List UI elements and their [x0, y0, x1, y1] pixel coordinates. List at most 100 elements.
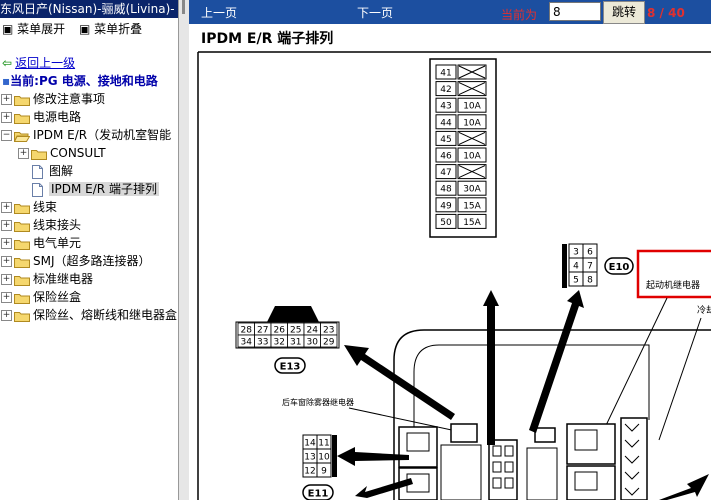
e13-pin-number: 28: [241, 326, 253, 336]
tree-item[interactable]: − IPDM E/R（发动机室智能: [1, 126, 171, 144]
tree-item-label: IPDM E/R（发动机室智能: [33, 128, 172, 142]
current-section-label: 当前:PG 电源、接地和电路: [10, 74, 158, 88]
folder-icon: [14, 94, 30, 106]
tree-item[interactable]: 图解: [18, 162, 73, 180]
document-icon: [31, 182, 45, 197]
starter-relay-label: 起动机继电器: [646, 279, 700, 291]
fuse-amperage: 10A: [463, 152, 481, 162]
rear-defog-relay-label: 后车窗除雾器继电器: [282, 397, 354, 407]
expand-icon[interactable]: +: [18, 148, 29, 159]
fuse-number: 49: [440, 201, 452, 211]
e13-pin-number: 29: [323, 338, 335, 348]
folder-icon: [14, 274, 30, 286]
folder-icon: [14, 292, 30, 304]
tree-item[interactable]: + 线束: [1, 198, 57, 216]
tree-item[interactable]: + 保险丝、熔断线和继电器盒: [1, 306, 177, 324]
fuse-number: 42: [440, 85, 451, 95]
fuse-number: 48: [440, 185, 452, 195]
expand-icon[interactable]: +: [1, 256, 12, 267]
e13-label: E13: [280, 362, 301, 373]
fuse-amperage: 15A: [463, 218, 481, 228]
tree-item[interactable]: IPDM E/R 端子排列: [18, 180, 159, 198]
back-arrow-icon: ⇦: [2, 56, 13, 70]
e10-pin-number: 8: [587, 276, 593, 286]
expand-icon[interactable]: +: [1, 94, 12, 105]
fuse-number: 43: [440, 102, 451, 112]
e11-pin-number: 13: [304, 453, 315, 463]
expand-icon[interactable]: +: [1, 238, 12, 249]
tree-item[interactable]: + 电气单元: [1, 234, 81, 252]
e11-pin-number: 10: [318, 453, 330, 463]
expand-icon[interactable]: +: [1, 220, 12, 231]
tree-item-label: IPDM E/R 端子排列: [49, 182, 159, 196]
fuse-number: 46: [440, 152, 452, 162]
fuse-amperage: 30A: [463, 185, 481, 195]
folder-icon: [14, 310, 30, 322]
arrow-lower-right: [659, 474, 709, 500]
tree-item-label: 电气单元: [33, 236, 82, 250]
cooling-leader: [658, 317, 702, 441]
e13-pin-number: 31: [290, 338, 301, 348]
collapse-menu-label: 菜单折叠: [94, 22, 143, 36]
arrow-to-fuse-block: [483, 290, 499, 445]
tree-item[interactable]: + 线束接头: [1, 216, 81, 234]
e11-pin-number: 9: [321, 467, 327, 477]
expand-icon[interactable]: +: [1, 292, 12, 303]
expand-icon[interactable]: +: [1, 274, 12, 285]
e13-pin-number: 23: [323, 326, 334, 336]
fuse-amperage: 15A: [463, 201, 481, 211]
e10-label: E10: [609, 262, 630, 273]
fuse-socket-column: [620, 417, 648, 500]
splitter-grip[interactable]: [182, 0, 185, 14]
back-link[interactable]: ⇦ 返回上一级: [2, 54, 75, 71]
fuse-number: 41: [440, 69, 451, 79]
small-connector: [450, 423, 478, 443]
tree-item[interactable]: + CONSULT: [18, 144, 106, 162]
tree-item[interactable]: + 电源电路: [1, 108, 81, 126]
tree-item[interactable]: + SMJ（超多路连接器）: [1, 252, 151, 270]
collapse-icon[interactable]: −: [1, 130, 12, 141]
fuse-amperage: 10A: [463, 102, 481, 112]
e11-label: E11: [308, 489, 329, 500]
current-section: ▪当前:PG 电源、接地和电路: [2, 72, 158, 89]
tree-item-label: SMJ（超多路连接器）: [33, 254, 151, 268]
fuse-number: 44: [440, 118, 452, 128]
connector-e10: 3 64 75 8 E10: [562, 243, 634, 288]
tree-item-label: 图解: [49, 164, 74, 178]
document-icon: [31, 164, 45, 179]
terminal-diagram: 414243 10A44 10A4546 10A4748 30A49 15A50 15A 3…: [197, 51, 711, 500]
arrow-to-e13: [344, 345, 455, 420]
expand-menu-button[interactable]: ▣ 菜单展开: [2, 22, 65, 36]
expand-menu-label: 菜单展开: [17, 22, 66, 36]
e10-pin-number: 7: [587, 262, 593, 272]
computer-icon: ▪: [2, 74, 11, 88]
e13-pin-number: 34: [241, 338, 253, 348]
fuse-amperage: 10A: [463, 118, 481, 128]
window-title: 东风日产(Nissan)-骊威(Livina)-: [0, 0, 178, 18]
expand-icon[interactable]: +: [1, 310, 12, 321]
collapse-menu-button[interactable]: ▣ 菜单折叠: [79, 22, 142, 36]
page-title: IPDM E/R 端子排列: [201, 31, 334, 47]
content-pane: 上一页 下一页 当前为 跳转 8 / 40 41424310A4410A4546…: [189, 0, 711, 500]
e13-pin-number: 30: [307, 338, 319, 348]
fuse-number: 47: [440, 168, 451, 178]
e11-pin-number: 12: [304, 467, 315, 477]
tree-item[interactable]: + 修改注意事项: [1, 90, 105, 108]
e13-latch: [267, 306, 319, 322]
folder-icon: [14, 256, 30, 268]
menu-bar: ▣ 菜单展开 ▣ 菜单折叠: [0, 18, 178, 40]
navigation-pane: 东风日产(Nissan)-骊威(Livina)- ▣ 菜单展开 ▣ 菜单折叠 ⇦…: [0, 0, 178, 500]
e13-pin-number: 33: [257, 338, 268, 348]
connector-e11: 14 1113 1012 9 E11: [302, 434, 337, 500]
fuse-number: 45: [440, 135, 451, 145]
housing-slot: [526, 447, 558, 500]
expand-icon[interactable]: +: [1, 112, 12, 123]
tree-item[interactable]: + 保险丝盒: [1, 288, 81, 306]
folder-icon: [31, 148, 47, 160]
expand-icon[interactable]: +: [1, 202, 12, 213]
tree-item[interactable]: + 标准继电器: [1, 270, 93, 288]
connector-e10-latch: [562, 244, 567, 288]
folder-open-icon: [14, 130, 30, 142]
cooling-label: 冷却: [697, 304, 711, 316]
folder-icon: [14, 220, 30, 232]
